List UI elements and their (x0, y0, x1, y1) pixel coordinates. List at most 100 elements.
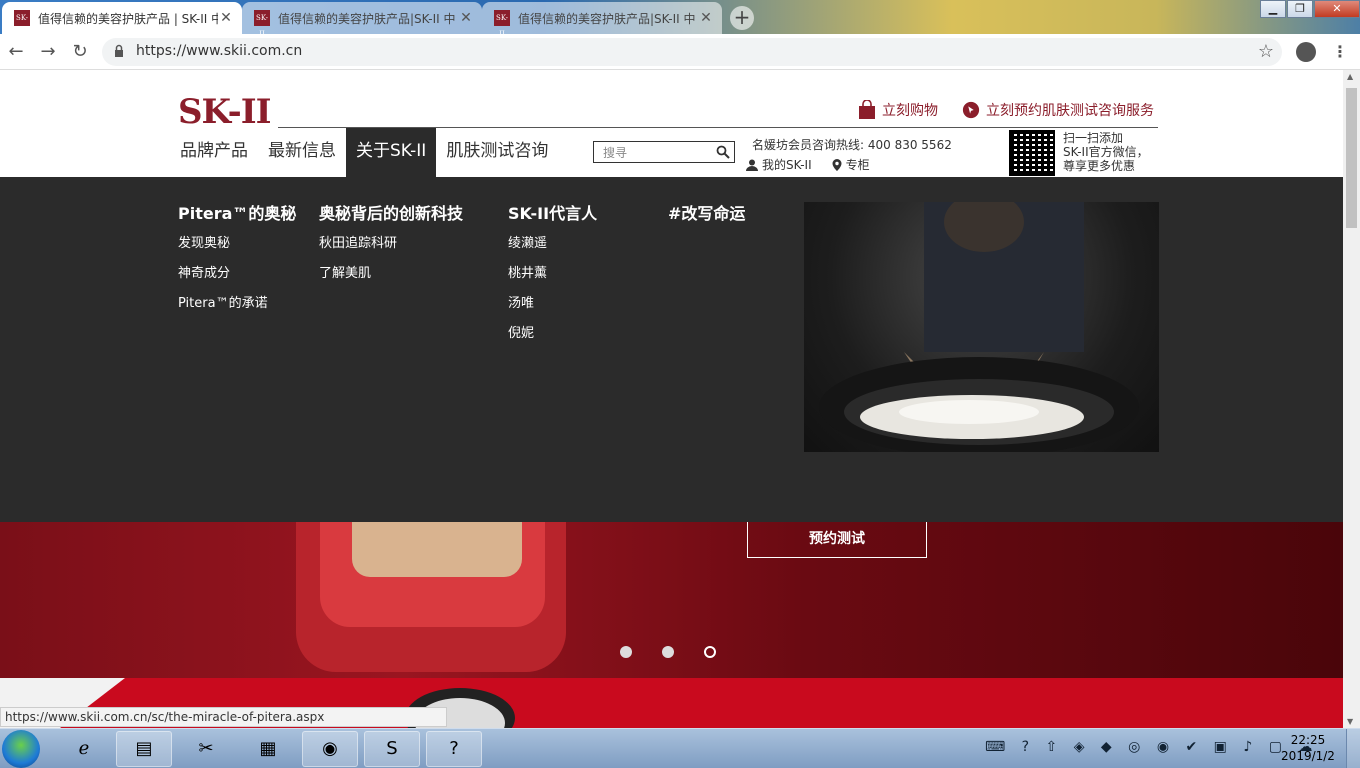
minimize-button[interactable]: ▁ (1260, 0, 1286, 18)
web-page: SK-II 立刻购物 立刻预约肌肤测试咨询服务 品牌产品 最新信息 关于SK-I… (0, 70, 1343, 728)
menu-heading[interactable]: #改写命运 (668, 200, 745, 224)
nav-item-skin-test[interactable]: 肌肤测试咨询 (436, 128, 558, 177)
tab-title: 值得信赖的美容护肤产品 | SK-II 中 (38, 11, 218, 26)
my-skii-link[interactable]: 我的SK-II (746, 156, 822, 173)
nav-item-news[interactable]: 最新信息 (258, 128, 346, 177)
chrome-icon[interactable]: ◉ (302, 731, 358, 767)
new-tab-button[interactable]: + (730, 6, 754, 30)
browser-toolbar: ← → ↻ https://www.skii.com.cn ☆ ⋮ (0, 34, 1360, 70)
menu-column-ambassadors: SK-II代言人 绫濑遥 桃井薰 汤唯 倪妮 (508, 200, 597, 354)
book-consultation-link[interactable]: 立刻预约肌肤测试咨询服务 (962, 100, 1154, 120)
scroll-down-icon[interactable]: ▼ (1347, 717, 1353, 726)
menu-link[interactable]: 发现奥秘 (178, 234, 296, 264)
shop-now-link[interactable]: 立刻购物 (858, 100, 938, 120)
clock-time: 22:25 (1290, 733, 1326, 747)
menu-link[interactable]: 桃井薰 (508, 264, 597, 294)
menu-link[interactable]: 倪妮 (508, 324, 597, 354)
tab-title: 值得信赖的美容护肤产品|SK-II 中 (518, 11, 696, 26)
help-app-icon[interactable]: ? (426, 731, 482, 767)
close-tab-icon[interactable]: ✕ (458, 10, 474, 26)
browser-tab-3[interactable]: SK-II 值得信赖的美容护肤产品|SK-II 中 ✕ (482, 2, 722, 38)
menu-column-technology: 奥秘背后的创新科技 秋田追踪科研 了解美肌 (319, 200, 463, 294)
profile-avatar-icon[interactable] (1296, 42, 1316, 62)
calculator-icon[interactable]: ▦ (240, 731, 296, 767)
user-icon (746, 159, 758, 171)
scroll-up-icon[interactable]: ▲ (1347, 72, 1353, 81)
wechat-line-2: SK-II官方微信， (1063, 145, 1149, 159)
scroll-thumb[interactable] (1346, 88, 1357, 228)
ie-icon[interactable]: ℯ (56, 731, 112, 767)
book-test-button[interactable]: 预约测试 (747, 522, 927, 558)
system-tray-icons[interactable]: ⌨ ? ⇧ ◈ ◆ ◎ ◉ ✔ ▣ ♪ ▢ ☁ (985, 739, 1318, 755)
skii-favicon-icon: SK-II (254, 10, 270, 38)
bookmark-star-icon[interactable]: ☆ (1258, 41, 1274, 62)
search-icon[interactable] (716, 145, 730, 159)
skii-favicon-icon: SK-II (14, 10, 30, 38)
show-desktop-button[interactable] (1346, 729, 1360, 768)
wechat-qr-code (1009, 130, 1055, 176)
carousel-dot-1[interactable] (620, 646, 632, 658)
menu-heading[interactable]: 奥秘背后的创新科技 (319, 200, 463, 224)
store-counter-label: 专柜 (845, 158, 870, 172)
store-counter-link[interactable]: 专柜 (832, 156, 880, 173)
sublime-text-icon[interactable]: S (364, 731, 420, 767)
browser-tab-1[interactable]: SK-II 值得信赖的美容护肤产品 | SK-II 中 ✕ (2, 2, 242, 38)
menu-link[interactable]: Pitera™的承诺 (178, 294, 296, 324)
windows-taskbar: ℯ ▤ ✂ ▦ ◉ S ? ⌨ ? ⇧ ◈ ◆ ◎ ◉ ✔ ▣ ♪ ▢ ☁ 22… (0, 728, 1360, 768)
start-button[interactable] (2, 730, 40, 768)
carousel-dot-2[interactable] (662, 646, 674, 658)
menu-link[interactable]: 绫濑遥 (508, 234, 597, 264)
hero-carousel: 预约测试 (0, 522, 1343, 678)
clock-date: 2019/1/2 (1281, 749, 1335, 763)
menu-column-change-destiny: #改写命运 (668, 200, 745, 234)
skii-logo[interactable]: SK-II (178, 92, 272, 132)
maximize-button[interactable]: ❐ (1287, 0, 1313, 18)
search-placeholder: 搜寻 (603, 146, 628, 160)
cursor-badge-icon (962, 101, 980, 119)
product-compact-illustration (296, 522, 566, 672)
about-mega-menu: Pitera™的奥秘 发现奥秘 神奇成分 Pitera™的承诺 奥秘背后的创新科… (0, 177, 1343, 522)
url-text: https://www.skii.com.cn (136, 43, 303, 59)
menu-link[interactable]: 神奇成分 (178, 264, 296, 294)
shopping-bag-icon (859, 100, 875, 119)
browser-tab-strip: SK-II 值得信赖的美容护肤产品 | SK-II 中 ✕ SK-II 值得信赖… (0, 0, 1360, 38)
forward-arrow-icon[interactable]: → (36, 40, 60, 64)
account-links: 我的SK-II 专柜 (746, 156, 890, 173)
search-input[interactable]: 搜寻 (593, 141, 735, 163)
main-navigation: 品牌产品 最新信息 关于SK-II 肌肤测试咨询 (170, 128, 558, 177)
link-status-bar: https://www.skii.com.cn/sc/the-miracle-o… (0, 707, 447, 727)
close-window-button[interactable]: ✕ (1314, 0, 1360, 18)
taskbar-clock[interactable]: 22:25 2019/1/2 (1280, 732, 1336, 764)
back-arrow-icon[interactable]: ← (4, 40, 28, 64)
nav-item-about[interactable]: 关于SK-II (346, 128, 437, 177)
carousel-dot-3[interactable] (704, 646, 716, 658)
member-hotline: 名媛坊会员咨询热线: 400 830 5562 (752, 138, 952, 152)
address-bar[interactable]: https://www.skii.com.cn ☆ (102, 38, 1282, 66)
menu-link[interactable]: 了解美肌 (319, 264, 463, 294)
book-consultation-label: 立刻预约肌肤测试咨询服务 (986, 103, 1154, 119)
file-explorer-icon[interactable]: ▤ (116, 731, 172, 767)
reload-icon[interactable]: ↻ (68, 40, 92, 64)
my-skii-label: 我的SK-II (762, 158, 812, 172)
nav-item-products[interactable]: 品牌产品 (170, 128, 258, 177)
close-tab-icon[interactable]: ✕ (218, 10, 234, 26)
wechat-line-1: 扫一扫添加 (1063, 131, 1124, 145)
browser-menu-icon[interactable]: ⋮ (1332, 42, 1348, 61)
snipping-tool-icon[interactable]: ✂ (178, 731, 234, 767)
location-pin-icon (832, 158, 842, 171)
skii-favicon-icon: SK-II (494, 10, 510, 38)
wechat-line-3: 尊享更多优惠 (1063, 159, 1136, 173)
menu-column-pitera: Pitera™的奥秘 发现奥秘 神奇成分 Pitera™的承诺 (178, 200, 296, 324)
menu-link[interactable]: 秋田追踪科研 (319, 234, 463, 264)
menu-heading[interactable]: Pitera™的奥秘 (178, 200, 296, 224)
close-tab-icon[interactable]: ✕ (698, 10, 714, 26)
window-controls: ▁ ❐ ✕ (1259, 0, 1360, 18)
menu-heading[interactable]: SK-II代言人 (508, 200, 597, 224)
menu-link[interactable]: 汤唯 (508, 294, 597, 324)
browser-tab-2[interactable]: SK-II 值得信赖的美容护肤产品|SK-II 中 ✕ (242, 2, 482, 38)
rice-hands-illustration (819, 202, 1139, 452)
menu-feature-image[interactable] (804, 202, 1159, 452)
shop-now-label: 立刻购物 (882, 103, 938, 119)
wechat-promo-text: 扫一扫添加 SK-II官方微信， 尊享更多优惠 (1063, 131, 1163, 173)
page-scrollbar[interactable]: ▲ ▼ (1343, 70, 1360, 728)
